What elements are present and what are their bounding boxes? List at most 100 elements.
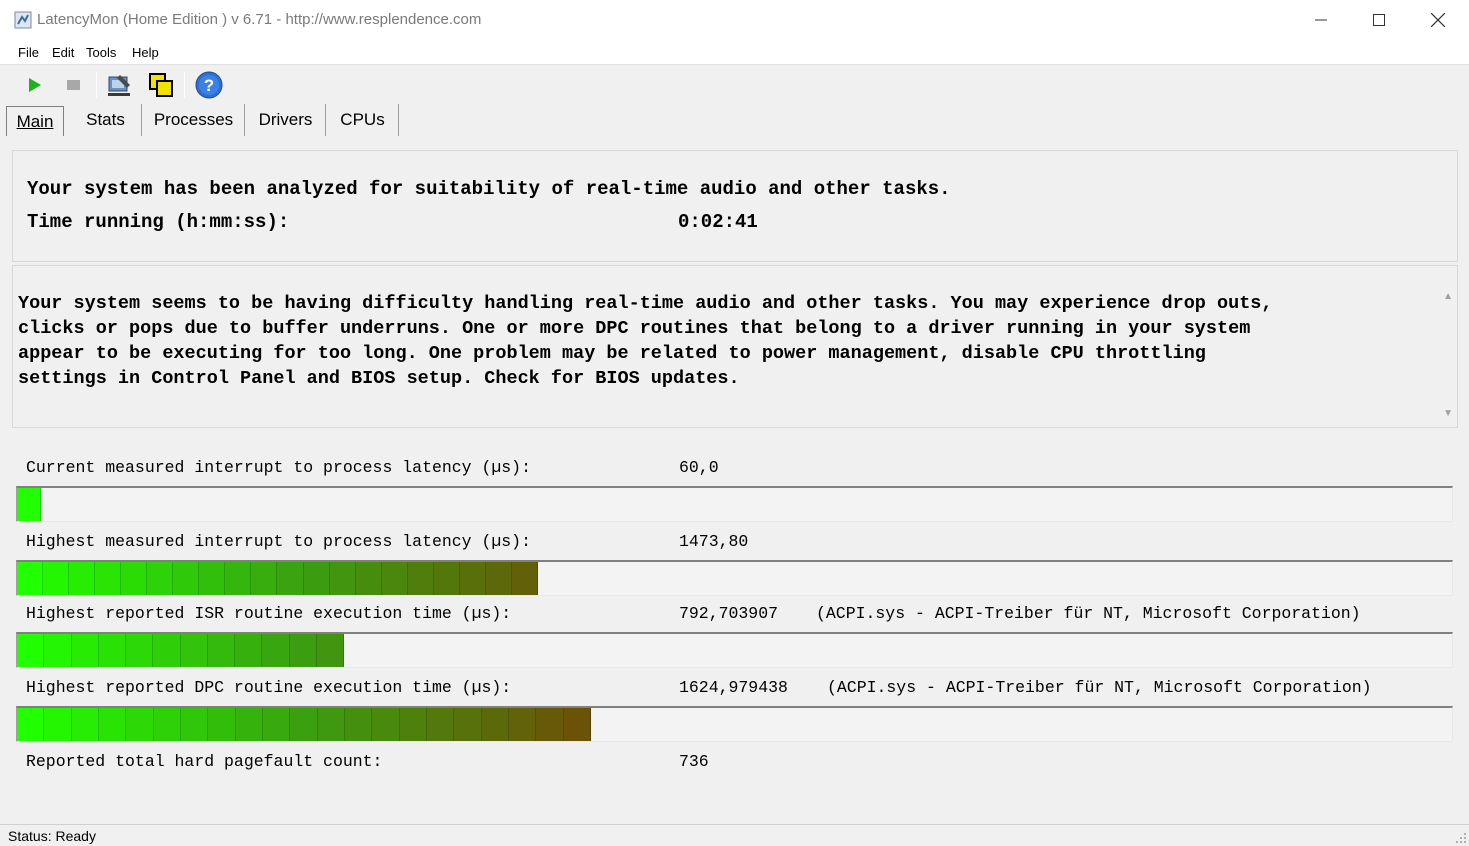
title-bar: LatencyMon (Home Edition ) v 6.71 - http… — [0, 0, 1469, 40]
tab-bar: Main Stats Processes Drivers CPUs — [0, 104, 1469, 138]
bar-segment — [316, 634, 344, 667]
bar-segment — [17, 708, 45, 741]
bar-segment — [459, 562, 486, 595]
bar-segment — [180, 708, 209, 741]
metric-value: 1624,979438 — [679, 678, 788, 697]
tab-drivers-label: Drivers — [258, 110, 313, 129]
bar-segment — [536, 708, 564, 741]
time-running-label: Time running (h:mm:ss): — [27, 211, 290, 233]
tab-cpus[interactable]: CPUs — [327, 104, 399, 136]
tab-drivers[interactable]: Drivers — [246, 104, 326, 136]
metric-label: Highest reported ISR routine execution t… — [26, 604, 512, 623]
bar-segment — [329, 562, 356, 595]
metric-value: 60,0 — [679, 458, 719, 477]
bar-segment — [235, 634, 263, 667]
close-button[interactable] — [1409, 0, 1467, 40]
bar-segment — [277, 562, 304, 595]
tab-main[interactable]: Main — [6, 106, 64, 136]
tab-stats[interactable]: Stats — [70, 104, 142, 136]
status-bar: Status: Ready — [0, 824, 1469, 846]
options-button[interactable] — [106, 71, 134, 99]
bar-segment — [290, 708, 318, 741]
status-text: Status: Ready — [8, 828, 96, 844]
windows-icon — [149, 73, 173, 97]
menu-bar: File Edit Tools Help — [0, 40, 1469, 65]
bar-segment — [147, 562, 174, 595]
menu-help[interactable]: Help — [132, 45, 159, 60]
start-button[interactable] — [20, 71, 48, 99]
bar-segment — [511, 562, 538, 595]
bar-segment — [43, 562, 70, 595]
menu-file[interactable]: File — [18, 45, 39, 60]
conclusion-text: Your system seems to be having difficult… — [18, 293, 1273, 389]
scroll-down-icon[interactable]: ▼ — [1443, 408, 1453, 419]
bar-segment — [426, 708, 455, 741]
metric-label: Highest reported DPC routine execution t… — [26, 678, 512, 697]
summary-panel: Your system has been analyzed for suitab… — [12, 150, 1458, 262]
toolbar-separator — [96, 72, 97, 98]
help-button[interactable]: ? — [195, 71, 223, 99]
bar-segment — [44, 708, 72, 741]
bar-segment — [199, 562, 226, 595]
resize-grip-icon[interactable] — [1455, 832, 1467, 844]
bar-segment — [121, 562, 148, 595]
bar-segment — [225, 562, 252, 595]
conclusion-panel[interactable]: Your system seems to be having difficult… — [12, 265, 1458, 428]
latency-bar — [16, 632, 1453, 668]
pagefault-value: 736 — [679, 752, 709, 771]
bar-segment — [481, 708, 509, 741]
maximize-icon — [1373, 14, 1385, 26]
menu-edit[interactable]: Edit — [52, 45, 74, 60]
bar-segment — [180, 634, 208, 667]
bar-segment — [235, 708, 263, 741]
menu-tools[interactable]: Tools — [86, 45, 116, 60]
bar-segment — [485, 562, 512, 595]
latency-bar — [16, 486, 1453, 522]
bar-segment — [17, 562, 44, 595]
bar-segment — [262, 634, 290, 667]
scroll-up-icon[interactable]: ▲ — [1443, 291, 1453, 302]
bar-segment — [69, 562, 96, 595]
bar-segment — [95, 562, 122, 595]
settings-icon — [108, 75, 130, 96]
latency-bar — [16, 706, 1453, 742]
windows-button[interactable] — [147, 71, 175, 99]
bar-segment — [563, 708, 591, 741]
bar-segment — [344, 708, 373, 741]
metric-label: Current measured interrupt to process la… — [26, 458, 531, 477]
bar-segment — [303, 562, 330, 595]
time-running-value: 0:02:41 — [678, 211, 758, 233]
bar-segment — [207, 634, 235, 667]
pagefault-label: Reported total hard pagefault count: — [26, 752, 383, 771]
bar-segment — [44, 634, 72, 667]
maximize-button[interactable] — [1350, 0, 1408, 40]
minimize-button[interactable] — [1292, 0, 1350, 40]
tab-stats-label: Stats — [86, 110, 125, 129]
bar-fill — [17, 562, 538, 595]
svg-text:?: ? — [204, 76, 214, 95]
metric-value: 1473,80 — [679, 532, 749, 551]
bar-segment — [126, 634, 154, 667]
app-icon — [14, 11, 32, 29]
toolbar-separator — [184, 72, 185, 98]
bar-segment — [153, 634, 181, 667]
latency-bar — [16, 560, 1453, 596]
bar-segment — [98, 708, 127, 741]
bar-segment — [71, 708, 99, 741]
bar-segment — [317, 708, 345, 741]
bar-segment — [17, 488, 41, 521]
help-icon: ? — [195, 71, 223, 99]
metric-driver: (ACPI.sys - ACPI-Treiber für NT, Microso… — [827, 678, 1372, 697]
metric-label: Highest measured interrupt to process la… — [26, 532, 531, 551]
bar-segment — [407, 562, 434, 595]
tab-cpus-label: CPUs — [340, 110, 385, 129]
window-title: LatencyMon (Home Edition ) v 6.71 - http… — [37, 11, 482, 28]
bar-segment — [262, 708, 291, 741]
bar-fill — [17, 488, 41, 521]
bar-fill — [17, 708, 591, 741]
bar-segment — [173, 562, 200, 595]
stop-button[interactable] — [59, 71, 87, 99]
tab-processes[interactable]: Processes — [143, 104, 245, 136]
bar-segment — [208, 708, 236, 741]
bar-segment — [433, 562, 460, 595]
